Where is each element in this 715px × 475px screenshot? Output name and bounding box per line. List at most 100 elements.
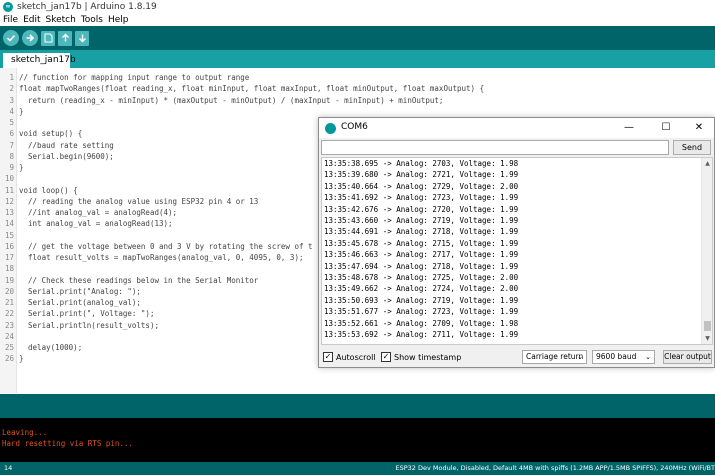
serial-output-line: 13:35:48.678 -> Analog: 2725, Voltage: 2…	[324, 273, 519, 283]
code-line: 4}	[0, 106, 715, 117]
autoscroll-label: Autoscroll	[336, 352, 376, 362]
tab-sketch[interactable]: sketch_jan17b	[3, 53, 76, 68]
code-line: 2 float mapTwoRanges(float reading_x, flo…	[0, 83, 715, 94]
line-ending-value: Carriage return	[526, 352, 584, 361]
line-number: 10	[4, 174, 14, 184]
line-number: 12	[4, 196, 14, 206]
board-info: ESP32 Dev Module, Disabled, Default 4MB …	[395, 464, 715, 472]
maximize-icon[interactable]: ☐	[659, 121, 673, 135]
window-title-bar: ∞ sketch_jan17b | Arduino 1.8.19	[0, 0, 715, 13]
scroll-down-icon[interactable]: ▼	[702, 333, 712, 344]
new-sketch-button[interactable]	[41, 30, 55, 46]
autoscroll-checkbox[interactable]: ✓ Autoscroll	[323, 352, 376, 362]
checkbox-check-icon: ✓	[381, 352, 391, 362]
line-number: 20	[4, 286, 14, 296]
upload-button[interactable]	[22, 30, 38, 46]
line-number: 16	[4, 241, 14, 251]
line-number: 19	[4, 275, 14, 285]
scroll-thumb[interactable]	[704, 321, 711, 331]
minimize-icon[interactable]: —	[622, 121, 636, 135]
arrow-up-icon	[61, 33, 69, 42]
code-text: }	[19, 106, 24, 116]
line-number: 5	[9, 118, 14, 127]
toolbar	[0, 26, 715, 50]
line-number: 15	[4, 230, 14, 240]
arduino-logo-icon	[325, 123, 336, 134]
code-text: Serial.print(analog_val);	[19, 298, 141, 307]
scroll-up-icon[interactable]: ▲	[702, 158, 712, 169]
line-number: 8	[9, 151, 14, 161]
line-number: 26	[4, 354, 14, 364]
serial-output-line: 13:35:43.660 -> Analog: 2719, Voltage: 1…	[324, 216, 519, 226]
code-text: Serial.print("Analog: ");	[19, 286, 141, 296]
message-area	[0, 394, 715, 418]
code-text: // reading the analog value using ESP32 …	[19, 196, 259, 206]
line-number: 24	[4, 331, 14, 341]
send-button[interactable]: Send	[673, 140, 711, 155]
line-number: 4	[9, 106, 14, 116]
line-number: 6	[9, 129, 14, 139]
line-number: 21	[4, 298, 14, 307]
serial-output-lines: 13:35:38.695 -> Analog: 2703, Voltage: 1…	[324, 158, 518, 341]
close-icon[interactable]: ✕	[692, 121, 706, 135]
serial-output-line: 13:35:51.677 -> Analog: 2723, Voltage: 1…	[324, 307, 519, 317]
line-number: 11	[4, 185, 14, 195]
code-text: delay(1000);	[19, 343, 83, 352]
code-text: //baud rate setting	[19, 140, 114, 150]
code-line: 1 // function for mapping input range to …	[0, 72, 715, 83]
show-timestamp-checkbox[interactable]: ✓ Show timestamp	[381, 352, 461, 362]
code-text: Serial.begin(9600);	[19, 151, 114, 161]
baud-rate-select[interactable]: 9600 baud ⌄	[592, 350, 655, 364]
verify-button[interactable]	[3, 30, 19, 46]
line-number: 3	[9, 95, 14, 105]
serial-output-line: 13:35:44.691 -> Analog: 2718, Voltage: 1…	[324, 227, 519, 237]
baud-rate-value: 9600 baud	[596, 352, 637, 361]
code-text: Serial.println(result_volts);	[19, 320, 159, 330]
code-text: void setup() {	[19, 129, 83, 139]
serial-options-row: ✓ Autoscroll ✓ Show timestamp Carriage r…	[319, 347, 714, 367]
line-number: 1	[9, 73, 14, 82]
code-text: float mapTwoRanges(float reading_x, floa…	[19, 84, 485, 94]
serial-output-line: 13:35:41.692 -> Analog: 2723, Voltage: 1…	[324, 193, 519, 203]
serial-output-line: 13:35:39.680 -> Analog: 2721, Voltage: 1…	[324, 170, 519, 180]
code-text: }	[19, 163, 24, 172]
status-bar: 14 ESP32 Dev Module, Disabled, Default 4…	[0, 462, 715, 475]
serial-output-line: 13:35:46.663 -> Analog: 2717, Voltage: 1…	[324, 250, 519, 260]
code-text: return (reading_x - minInput) * (maxOutp…	[19, 95, 444, 105]
serial-title-bar: COM6 — ☐ ✕	[319, 118, 714, 138]
console-line: Leaving...	[2, 428, 48, 437]
code-text: float result_volts = mapTwoRanges(analog…	[19, 253, 304, 262]
line-ending-select[interactable]: Carriage return ⌄	[522, 350, 587, 364]
serial-send-input[interactable]	[321, 140, 669, 155]
code-text: int analog_val = analogRead(13);	[19, 219, 173, 229]
serial-port-title: COM6	[341, 122, 368, 132]
code-text: }	[19, 354, 24, 364]
chevron-down-icon: ⌄	[645, 353, 651, 361]
checkbox-check-icon: ✓	[323, 352, 333, 362]
menu-help[interactable]: Help	[108, 15, 129, 25]
menu-bar: File Edit Sketch Tools Help	[0, 13, 715, 26]
checkmark-icon	[6, 34, 16, 42]
line-number: 23	[4, 320, 14, 330]
serial-output-area[interactable]: 13:35:38.695 -> Analog: 2703, Voltage: 1…	[321, 157, 713, 345]
serial-monitor-window: COM6 — ☐ ✕ Send 13:35:38.695 -> Analog: …	[318, 117, 715, 368]
menu-tools[interactable]: Tools	[81, 15, 103, 25]
code-text: //int analog_val = analogRead(4);	[19, 208, 178, 217]
chevron-down-icon: ⌄	[577, 353, 583, 361]
serial-scrollbar[interactable]: ▲ ▼	[701, 158, 712, 344]
serial-output-line: 13:35:45.678 -> Analog: 2715, Voltage: 1…	[324, 238, 519, 248]
line-number: 25	[4, 343, 14, 352]
arrow-down-icon	[78, 34, 86, 43]
save-sketch-button[interactable]	[75, 30, 89, 46]
menu-file[interactable]: File	[3, 15, 18, 25]
show-timestamp-label: Show timestamp	[394, 352, 462, 362]
menu-sketch[interactable]: Sketch	[46, 15, 76, 25]
clear-output-button[interactable]: Clear output	[663, 350, 712, 364]
code-text: // get the voltage between 0 and 3 V by …	[19, 241, 313, 251]
tab-bar: sketch_jan17b	[0, 50, 715, 68]
serial-output-line: 13:35:42.676 -> Analog: 2720, Voltage: 1…	[324, 204, 519, 214]
serial-output-line: 13:35:53.692 -> Analog: 2711, Voltage: 1…	[324, 330, 519, 340]
serial-output-line: 13:35:52.661 -> Analog: 2709, Voltage: 1…	[324, 318, 519, 328]
open-sketch-button[interactable]	[58, 30, 72, 46]
menu-edit[interactable]: Edit	[23, 15, 40, 25]
